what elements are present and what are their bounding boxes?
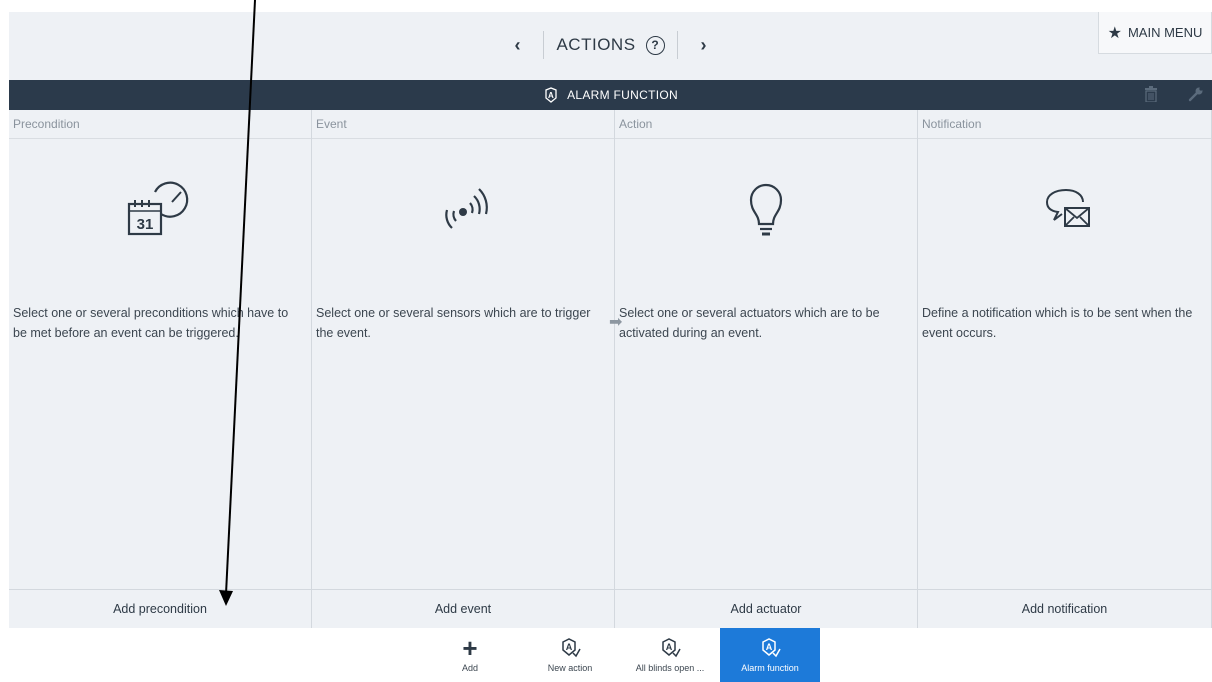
add-actuator-button[interactable]: Add actuator — [615, 589, 917, 628]
column-description: Select one or several preconditions whic… — [13, 306, 289, 340]
star-icon: ★ — [1107, 24, 1122, 42]
column-header: Notification — [918, 110, 1211, 139]
action-dock: + Add A New action A All blinds open ...… — [420, 628, 820, 682]
trash-icon[interactable] — [1144, 86, 1158, 102]
add-event-button[interactable]: Add event — [312, 589, 614, 628]
action-icon: A — [562, 638, 581, 658]
next-page-button[interactable]: › — [690, 35, 718, 56]
function-title: A ALARM FUNCTION — [9, 80, 1212, 110]
nav-divider — [543, 31, 545, 59]
function-title-label: ALARM FUNCTION — [567, 88, 678, 102]
dock-item-label: All blinds open ... — [635, 663, 705, 673]
help-icon[interactable]: ? — [645, 35, 665, 55]
plus-icon: + — [462, 633, 478, 663]
column-header: Precondition — [9, 110, 311, 139]
column-header: Event — [312, 110, 614, 139]
column-header: Action — [615, 110, 917, 139]
column-description: Define a notification which is to be sen… — [922, 306, 1193, 340]
top-bar: ‹ ACTIONS ? › ★ MAIN MENU — [9, 12, 1212, 80]
action-icon: A — [545, 87, 557, 103]
calendar-clock-icon: 31 — [127, 181, 189, 236]
svg-text:A: A — [766, 642, 773, 652]
title-bar-tools — [1144, 86, 1204, 102]
action-icon: A — [762, 638, 781, 658]
message-envelope-icon — [1045, 188, 1090, 227]
dock-alarm-function-button[interactable]: A Alarm function — [720, 628, 820, 682]
dock-new-action-button[interactable]: A New action — [520, 628, 620, 682]
dock-all-blinds-open-button[interactable]: A All blinds open ... — [620, 628, 720, 682]
action-column: Action Select one or several actuators w… — [615, 110, 918, 628]
prev-page-button[interactable]: ‹ — [503, 35, 531, 56]
wrench-icon[interactable] — [1188, 86, 1204, 102]
page-title: ACTIONS — [556, 35, 636, 54]
arrow-right-icon: ➡ — [609, 314, 623, 331]
page-nav: ‹ ACTIONS ? › — [9, 31, 1212, 59]
column-description: Select one or several actuators which ar… — [619, 306, 880, 340]
calendar-day: 31 — [137, 216, 154, 233]
sensor-waves-icon — [445, 188, 488, 229]
svg-text:A: A — [666, 642, 673, 652]
main-menu-button[interactable]: ★ MAIN MENU — [1098, 12, 1212, 54]
column-description: Select one or several sensors which are … — [316, 306, 591, 340]
event-column: Event Select one or several sensors whic… — [312, 110, 615, 628]
dock-add-button[interactable]: + Add — [420, 628, 520, 682]
svg-text:A: A — [566, 642, 573, 652]
nav-divider — [676, 31, 678, 59]
dock-item-label: Add — [461, 663, 478, 673]
add-notification-button[interactable]: Add notification — [918, 589, 1211, 628]
main-menu-label: MAIN MENU — [1127, 25, 1203, 40]
dock-item-label: Alarm function — [741, 663, 799, 673]
bottom-dock: + Add A New action A All blinds open ...… — [0, 628, 1212, 682]
dock-item-label: New action — [547, 663, 593, 673]
notification-column: Notification Define a notification which… — [918, 110, 1212, 628]
precondition-column: Precondition 31 Select one or several pr… — [9, 110, 312, 628]
add-precondition-button[interactable]: Add precondition — [9, 589, 311, 628]
svg-text:A: A — [548, 91, 554, 100]
action-columns: Precondition 31 Select one or several pr… — [9, 110, 1212, 628]
function-title-bar: A ALARM FUNCTION — [9, 80, 1212, 110]
lightbulb-icon — [749, 183, 783, 236]
action-icon: A — [662, 638, 681, 658]
